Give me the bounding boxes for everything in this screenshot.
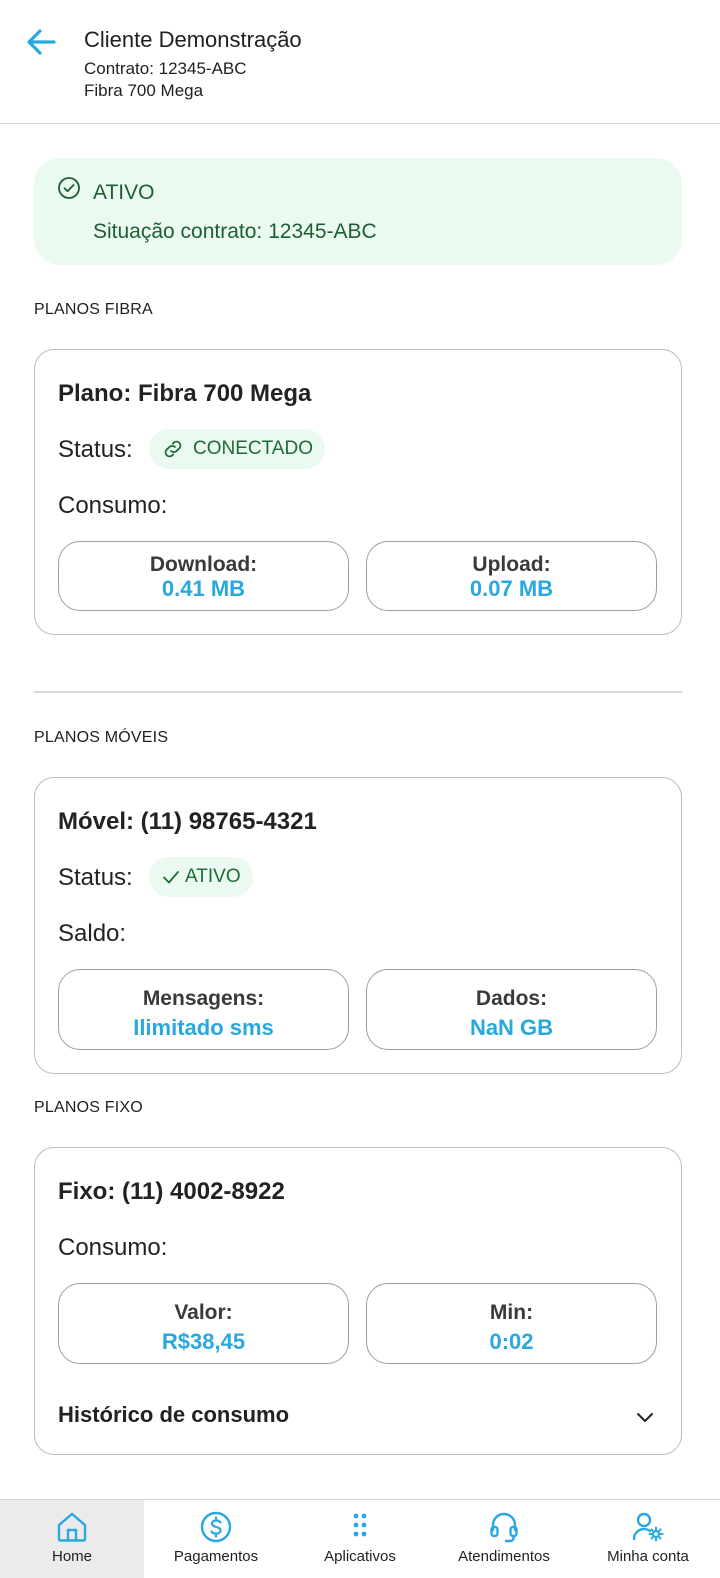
nav-label-home: Home [51, 1548, 92, 1565]
upload-value: 0.07 MB [469, 576, 554, 601]
section-label-landline: PLANOS FIXO [34, 1099, 143, 1116]
bottom-navigation: Home Pagamentos Aplicativos Atendimentos [0, 1499, 720, 1578]
back-button[interactable] [24, 26, 60, 58]
chevron-down-icon [637, 1413, 653, 1422]
data-label: Dados: [475, 987, 548, 1010]
fiber-status-badge: CONECTADO [149, 429, 325, 469]
amount-value: R$38,45 [161, 1329, 246, 1354]
fiber-usage-label: Consumo: [58, 492, 168, 519]
link-icon [164, 440, 182, 458]
nav-item-home[interactable]: Home [0, 1500, 144, 1578]
section-label-fiber: PLANOS FIBRA [34, 301, 153, 318]
headset-icon [490, 1512, 518, 1543]
landline-plan-card: Fixo: (11) 4002-8922 Consumo: Valor: R$3… [34, 1147, 682, 1455]
minutes-value: 0:02 [489, 1329, 534, 1354]
nav-item-apps[interactable]: Aplicativos [288, 1500, 432, 1578]
nav-label-apps: Aplicativos [324, 1548, 396, 1565]
mobile-status-text: ATIVO [185, 866, 241, 887]
dollar-circle-icon [200, 1511, 232, 1543]
usage-history-toggle[interactable]: Histórico de consumo [58, 1396, 658, 1436]
contract-status-title: ATIVO [93, 181, 155, 204]
nav-label-account: Minha conta [607, 1548, 689, 1565]
download-label: Download: [149, 553, 258, 576]
nav-label-support: Atendimentos [458, 1548, 550, 1565]
nav-item-account[interactable]: Minha conta [576, 1500, 720, 1578]
nav-label-payments: Pagamentos [173, 1548, 259, 1565]
fiber-status-label: Status: [58, 436, 133, 463]
fiber-plan-title: Plano: Fibra 700 Mega [58, 380, 312, 407]
landline-usage-label: Consumo: [58, 1234, 168, 1261]
fiber-plan-card: Plano: Fibra 700 Mega Status: CONECTADO … [34, 349, 682, 635]
amount-label: Valor: [174, 1301, 233, 1324]
minutes-label: Min: [489, 1301, 534, 1324]
mobile-plan-title: Móvel: (11) 98765-4321 [58, 808, 317, 835]
home-icon [57, 1512, 87, 1542]
check-circle-icon [58, 177, 80, 199]
minutes-box: Min: 0:02 [366, 1283, 657, 1364]
contract-status-description: Situação contrato: 12345-ABC [93, 220, 377, 243]
app-header: Cliente Demonstração Contrato: 12345-ABC… [0, 0, 720, 124]
nav-item-support[interactable]: Atendimentos [432, 1500, 576, 1578]
page-title: Cliente Demonstração [84, 27, 302, 52]
plan-name: Fibra 700 Mega [84, 81, 204, 100]
check-icon [163, 871, 179, 884]
nav-item-payments[interactable]: Pagamentos [144, 1500, 288, 1578]
contract-number: Contrato: 12345-ABC [84, 59, 247, 78]
mobile-plan-card: Móvel: (11) 98765-4321 Status: ATIVO Sal… [34, 777, 682, 1074]
data-value: NaN GB [469, 1015, 554, 1040]
apps-grid-icon [353, 1513, 367, 1537]
mobile-balance-label: Saldo: [58, 920, 127, 947]
section-label-mobile: PLANOS MÓVEIS [34, 729, 169, 746]
messages-value: Ilimitado sms [133, 1015, 274, 1040]
landline-plan-title: Fixo: (11) 4002-8922 [58, 1178, 285, 1205]
mobile-status-label: Status: [58, 864, 133, 891]
messages-box: Mensagens: Ilimitado sms [58, 969, 349, 1050]
fiber-status-text: CONECTADO [193, 438, 313, 459]
contract-status-banner [34, 158, 682, 265]
arrow-left-icon [27, 29, 56, 55]
data-box: Dados: NaN GB [366, 969, 657, 1050]
download-box: Download: 0.41 MB [58, 541, 349, 611]
section-divider [34, 691, 682, 693]
amount-box: Valor: R$38,45 [58, 1283, 349, 1364]
user-settings-icon [632, 1512, 664, 1542]
mobile-status-badge: ATIVO [149, 857, 253, 897]
usage-history-label: Histórico de consumo [58, 1402, 290, 1427]
upload-label: Upload: [472, 553, 551, 576]
download-value: 0.41 MB [161, 576, 246, 601]
upload-box: Upload: 0.07 MB [366, 541, 657, 611]
messages-label: Mensagens: [142, 987, 265, 1010]
